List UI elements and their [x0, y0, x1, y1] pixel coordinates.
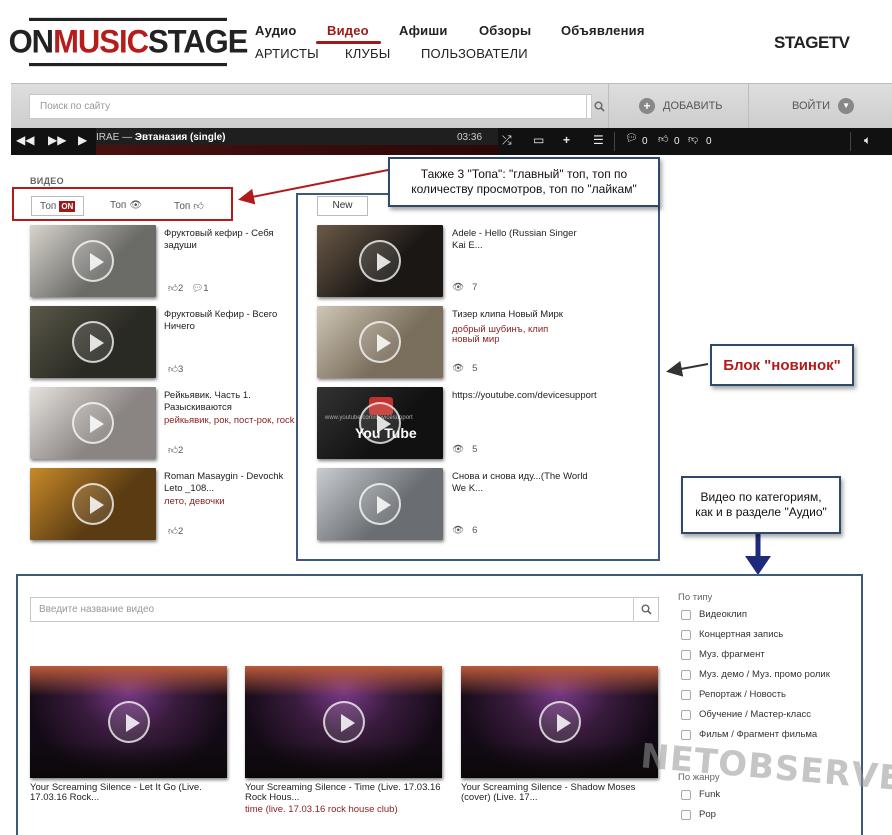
- video-title[interactable]: Your Screaming Silence - Shadow Moses (c…: [461, 783, 661, 803]
- video-title[interactable]: Your Screaming Silence - Let It Go (Live…: [30, 783, 230, 803]
- filter-label: Репортаж / Новость: [699, 689, 786, 700]
- filter-label: Муз. фрагмент: [699, 649, 765, 660]
- filter-type-title: По типу: [678, 592, 713, 603]
- search-icon[interactable]: [633, 597, 659, 622]
- stage-floor: [461, 742, 658, 778]
- filter-label: Pop: [699, 809, 716, 820]
- stage-light: [245, 666, 442, 696]
- stage-light: [30, 666, 227, 696]
- filter-genre-option[interactable]: Pop: [681, 809, 716, 820]
- video-tags[interactable]: time (live. 17.03.16 rock house club): [245, 805, 445, 815]
- video-thumbnail[interactable]: [245, 666, 442, 778]
- video-thumbnail[interactable]: [30, 666, 227, 778]
- filter-label: Видеоклип: [699, 609, 748, 620]
- filter-genre-option[interactable]: Funk: [681, 789, 720, 800]
- checkbox[interactable]: [681, 809, 691, 820]
- filter-label: Фильм / Фрагмент фильма: [699, 729, 818, 740]
- checkbox[interactable]: [681, 789, 691, 800]
- filter-type-option[interactable]: Репортаж / Новость: [681, 689, 786, 700]
- filter-label: Обучение / Мастер-класс: [699, 709, 811, 720]
- stage-floor: [30, 742, 227, 778]
- filter-type-option[interactable]: Муз. демо / Муз. промо ролик: [681, 669, 830, 680]
- filter-label: Funk: [699, 789, 721, 800]
- video-search-input[interactable]: Введите название видео: [30, 597, 659, 622]
- video-title[interactable]: Your Screaming Silence - Time (Live. 17.…: [245, 783, 445, 803]
- checkbox[interactable]: [681, 729, 691, 740]
- play-icon[interactable]: [107, 701, 150, 743]
- checkbox[interactable]: [681, 669, 691, 680]
- stage-light: [461, 666, 658, 696]
- checkbox[interactable]: [681, 689, 691, 700]
- video-search-placeholder: Введите название видео: [39, 604, 155, 615]
- play-icon[interactable]: [322, 701, 365, 743]
- callout-tops: Также 3 "Топа": "главный" топ, топ по ко…: [388, 157, 660, 207]
- stage-floor: [245, 742, 442, 778]
- checkbox[interactable]: [681, 629, 691, 640]
- filter-label: Муз. демо / Муз. промо ролик: [699, 669, 830, 680]
- play-icon[interactable]: [538, 701, 581, 743]
- filter-label: Концертная запись: [699, 629, 784, 640]
- filter-type-option[interactable]: Обучение / Мастер-класс: [681, 709, 811, 720]
- filter-type-option[interactable]: Концертная запись: [681, 629, 783, 640]
- filter-type-option[interactable]: Видеоклип: [681, 609, 747, 620]
- callout-categories: Видео по категориям, как и в разделе "Ау…: [681, 476, 841, 534]
- callout-new-block: Блок "новинок": [710, 344, 854, 386]
- filter-type-option[interactable]: Фильм / Фрагмент фильма: [681, 729, 817, 740]
- checkbox[interactable]: [681, 649, 691, 660]
- filter-type-option[interactable]: Муз. фрагмент: [681, 649, 765, 660]
- checkbox[interactable]: [681, 709, 691, 720]
- checkbox[interactable]: [681, 609, 691, 620]
- video-thumbnail[interactable]: [461, 666, 658, 778]
